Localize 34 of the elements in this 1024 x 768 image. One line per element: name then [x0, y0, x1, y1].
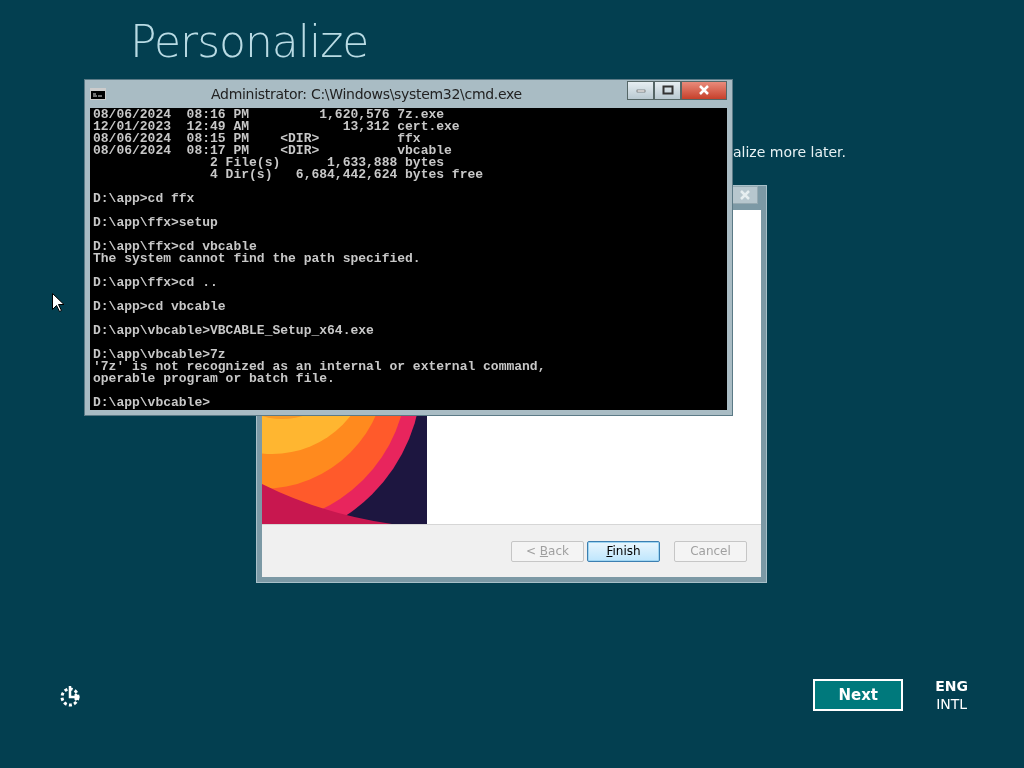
- console-line: 12/01/2023 12:49 AM 13,312 cert.exe: [93, 121, 461, 133]
- console-line: 08/06/2024 08:16 PM 1,620,576 7z.exe: [93, 109, 445, 121]
- close-icon: [739, 190, 751, 200]
- close-button[interactable]: [681, 80, 727, 100]
- maximize-icon: [661, 85, 674, 95]
- console-line: D:\app>cd ffx: [93, 193, 196, 205]
- console-line: D:\app\ffx>cd ..: [93, 277, 219, 289]
- console-line: 2 File(s) 1,633,888 bytes: [209, 157, 446, 169]
- keyboard-layout-label[interactable]: INTL: [936, 695, 968, 713]
- maximize-button[interactable]: [654, 80, 681, 100]
- instruction-text: alize more later.: [733, 144, 846, 160]
- console-line: D:\app\ffx>cd vbcable: [93, 241, 257, 253]
- terminal-icon: [90, 88, 106, 100]
- console-line: '7z' is not recognized as an internal or external command,: [93, 361, 547, 373]
- console-line: operable program or batch file.: [93, 373, 336, 385]
- console-line: 08/06/2024 08:17 PM <DIR> vbcable: [93, 145, 453, 157]
- page-heading: Personalize: [130, 18, 370, 69]
- console-line: D:\app\ffx>setup: [93, 217, 219, 229]
- close-icon: [698, 85, 710, 95]
- close-button[interactable]: [732, 186, 758, 204]
- console-line: D:\app\vbcable>VBCABLE_Setup_x64.exe: [93, 325, 375, 337]
- console-line: D:\app\vbcable>: [93, 397, 212, 409]
- console-line: 08/06/2024 08:15 PM <DIR> ffx: [93, 133, 421, 145]
- console-line: 4 Dir(s) 6,684,442,624 bytes free: [209, 169, 485, 181]
- console-line: The system cannot find the path specified.: [93, 253, 422, 265]
- mouse-cursor-icon: [52, 293, 64, 312]
- minimize-icon: [635, 87, 646, 93]
- minimize-button[interactable]: [627, 80, 654, 100]
- window-title: Administrator: C:\Windows\system32\cmd.exe: [210, 86, 523, 102]
- next-button[interactable]: Next: [813, 679, 904, 711]
- language-label[interactable]: ENG: [935, 677, 968, 695]
- console-line: D:\app>cd vbcable: [93, 301, 227, 313]
- console-line: D:\app\vbcable>7z: [93, 349, 226, 361]
- finish-button[interactable]: Finish: [587, 540, 660, 562]
